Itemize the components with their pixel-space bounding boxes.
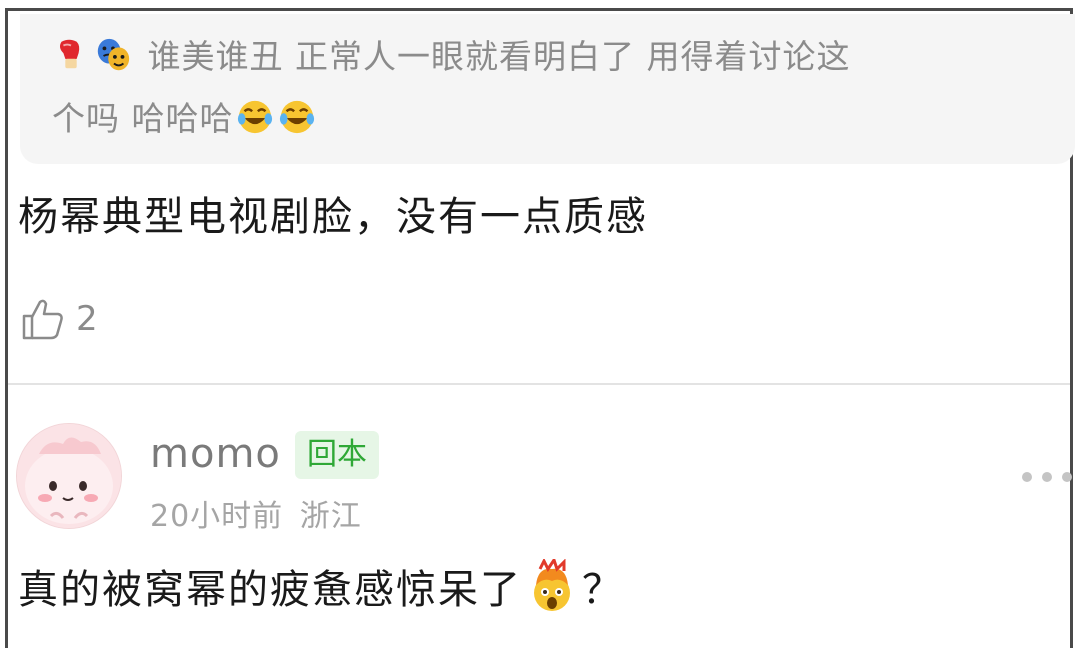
reply-location: 浙江	[299, 499, 362, 534]
quoted-comment-line2: 个吗 哈哈哈	[52, 99, 234, 138]
thumbs-up-icon	[22, 299, 63, 340]
reply-meta: 20小时前 浙江	[150, 491, 362, 535]
reply-text-main: 真的被窝幂的疲惫感惊呆了	[18, 567, 522, 613]
quoted-comment[interactable]: 谁美谁丑 正常人一眼就看明白了 用得着讨论这 个吗 哈哈哈	[20, 14, 1075, 164]
reply-time: 20小时前	[150, 499, 284, 534]
quoted-comment-text: 谁美谁丑 正常人一眼就看明白了 用得着讨论这 个吗 哈哈哈	[52, 26, 1052, 150]
laughing-tears-icon	[279, 100, 314, 134]
user-badge: 回本	[295, 431, 379, 479]
reply-text: 真的被窝幂的疲惫感惊呆了 ？	[18, 559, 624, 620]
comment-text: 杨幂典型电视剧脸，没有一点质感	[18, 194, 648, 240]
more-options-icon[interactable]	[1022, 467, 1072, 487]
reply-text-end: ？	[582, 567, 624, 613]
exploding-head-icon	[534, 559, 570, 611]
avatar[interactable]	[16, 423, 122, 529]
username[interactable]: momo	[150, 431, 281, 477]
divider	[8, 383, 1070, 385]
quoted-comment-line1: 谁美谁丑 正常人一眼就看明白了 用得着讨论这	[147, 37, 851, 76]
laughing-tears-icon	[237, 100, 272, 134]
like-count: 2	[76, 299, 98, 339]
comment-thread: 谁美谁丑 正常人一眼就看明白了 用得着讨论这 个吗 哈哈哈 杨幂典型电视剧脸，没…	[5, 8, 1075, 648]
performing-arts-icon	[97, 38, 130, 71]
boxing-glove-icon	[59, 39, 80, 69]
like-button[interactable]: 2	[20, 289, 98, 349]
avatar-image	[17, 424, 121, 528]
